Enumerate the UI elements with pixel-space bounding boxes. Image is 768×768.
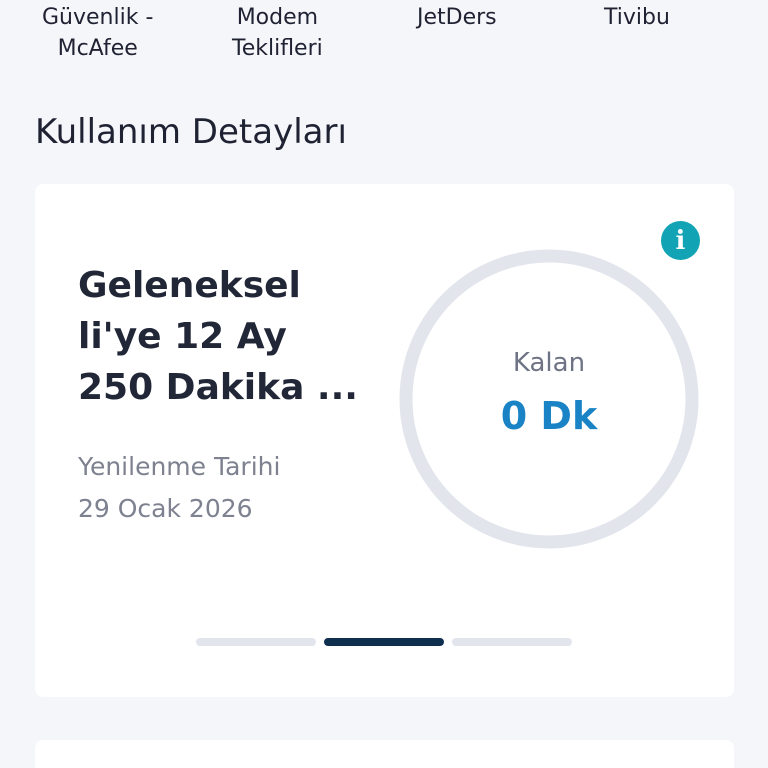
pager-dot-2[interactable] — [324, 638, 444, 646]
remaining-value: 0 Dk — [500, 394, 598, 438]
remaining-label: Kalan — [512, 348, 586, 378]
nav-item-modem[interactable]: Modem Teklifleri — [232, 2, 323, 64]
renew-label: Yenilenme Tarihi — [78, 452, 281, 481]
pager-dot-1[interactable] — [196, 638, 316, 646]
nav-item-jetders[interactable]: JetDers — [417, 2, 497, 33]
top-nav: Güvenlik - McAfee Modem Teklifleri JetDe… — [0, 0, 768, 70]
nav-item-tivibu[interactable]: Tivibu — [604, 2, 670, 33]
nav-item-guvenlik[interactable]: Güvenlik - McAfee — [42, 2, 153, 64]
next-card[interactable] — [35, 740, 734, 768]
renew-date: 29 Ocak 2026 — [78, 494, 253, 523]
carousel-pager — [196, 638, 573, 646]
section-title: Kullanım Detayları — [35, 112, 347, 152]
plan-name: Geleneksel li'ye 12 Ay 250 Dakika ... — [78, 265, 358, 408]
usage-card[interactable]: Geleneksel li'ye 12 Ay 250 Dakika ... Ye… — [35, 184, 734, 697]
pager-dot-3[interactable] — [452, 638, 572, 646]
